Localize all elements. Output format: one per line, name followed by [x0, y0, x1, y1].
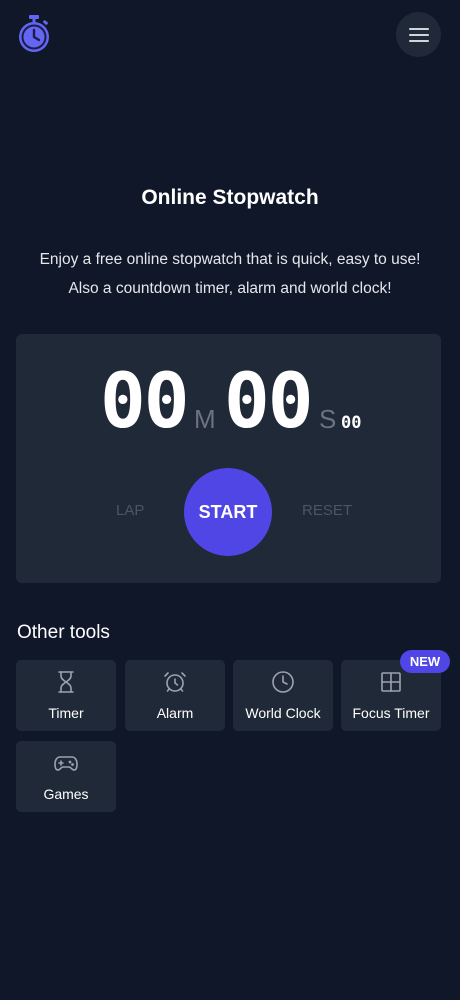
other-tools-heading: Other tools [17, 622, 110, 643]
tool-world-clock[interactable]: World Clock [233, 660, 333, 731]
page-subtitle: Enjoy a free online stopwatch that is qu… [0, 245, 460, 303]
tool-alarm[interactable]: Alarm [125, 660, 225, 731]
seconds-value: 00 [224, 356, 314, 445]
page: Online Stopwatch Enjoy a free online sto… [0, 0, 460, 1000]
tool-timer[interactable]: Timer [16, 660, 116, 731]
subtitle-line: Enjoy a free online stopwatch that is qu… [39, 251, 421, 268]
hundredths-value: 00 [341, 413, 362, 433]
tool-label: Games [43, 786, 89, 802]
hamburger-menu-icon [408, 27, 429, 42]
tool-label: Alarm [156, 705, 194, 721]
tool-label: Timer [48, 705, 84, 721]
menu-button[interactable] [396, 12, 441, 57]
lap-button[interactable]: LAP [116, 502, 144, 519]
start-button[interactable]: START [184, 468, 272, 556]
stopwatch-display: 00 M 00 S 00 [16, 356, 441, 446]
tool-games[interactable]: Games [16, 741, 116, 812]
tool-label: World Clock [245, 705, 321, 721]
alarm-clock-icon [125, 670, 225, 696]
hourglass-icon [16, 670, 116, 696]
tool-label: Focus Timer [352, 705, 430, 721]
minutes-unit: M [194, 404, 216, 434]
new-badge: NEW [400, 650, 450, 673]
subtitle-line: Also a countdown timer, alarm and world … [68, 280, 392, 297]
stopwatch-card: 00 M 00 S 00 LAP START RESET [16, 334, 441, 583]
grid-icon [341, 670, 441, 696]
gamepad-icon [16, 751, 116, 777]
minutes-value: 00 [100, 356, 190, 445]
page-title: Online Stopwatch [141, 186, 319, 209]
stopwatch-icon[interactable] [16, 14, 52, 54]
seconds-unit: S [319, 404, 337, 434]
clock-icon [233, 670, 333, 696]
reset-button[interactable]: RESET [302, 502, 352, 519]
